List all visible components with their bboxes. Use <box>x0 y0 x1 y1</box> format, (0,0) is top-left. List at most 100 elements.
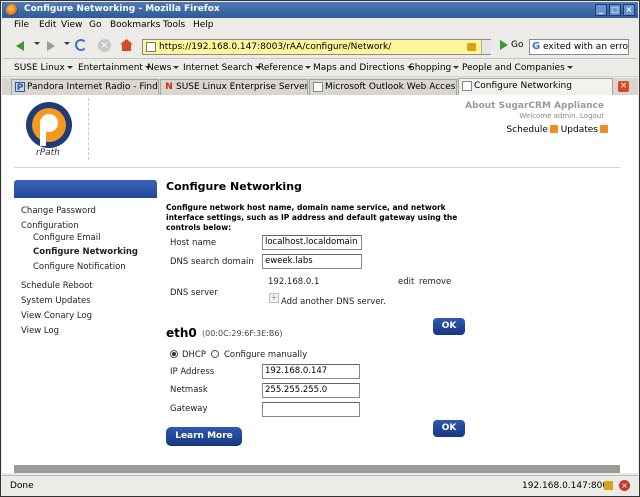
sidebar-item-configure-networking[interactable]: Configure Networking <box>33 247 138 257</box>
site-icon <box>146 42 156 52</box>
sidebar-item-change-password[interactable]: Change Password <box>21 206 96 216</box>
url-bar[interactable]: https://192.168.0.147:8003/rAA/configure… <box>142 39 491 55</box>
ip-address-label: IP Address <box>170 367 215 377</box>
sidebar-item-configure-email[interactable]: Configure Email <box>33 233 100 243</box>
stop-button[interactable]: × <box>98 39 112 53</box>
bookmark-folder[interactable]: SUSE Linux <box>14 63 73 73</box>
tab-bar: P Pandora Internet Radio - Find N... N S… <box>2 78 638 95</box>
add-dns-link[interactable]: Add another DNS server. <box>281 297 386 307</box>
close-tab-button[interactable]: × <box>618 81 629 92</box>
ip-address-input[interactable]: 192.168.0.147 <box>262 364 360 379</box>
configure-manually-label: Configure manually <box>224 350 308 360</box>
dns-ok-button[interactable]: OK <box>433 318 465 335</box>
status-text: Done <box>10 481 34 491</box>
page-icon <box>462 81 472 91</box>
forward-history-dropdown[interactable] <box>64 42 70 45</box>
bookmark-folder[interactable]: Shopping <box>409 63 460 73</box>
menu-file[interactable]: File <box>14 20 29 30</box>
rss-icon[interactable] <box>549 125 558 133</box>
netmask-input[interactable]: 255.255.255.0 <box>262 383 360 398</box>
reload-button[interactable] <box>75 39 89 53</box>
sidebar-item-configuration[interactable]: Configuration <box>21 221 79 231</box>
sidebar-item-system-updates[interactable]: System Updates <box>21 296 91 306</box>
google-icon: G <box>532 41 541 52</box>
bookmark-folder[interactable]: Entertainment <box>78 63 151 73</box>
browser-window: Configure Networking - Mozilla Firefox _… <box>0 0 640 497</box>
sidebar-item-view-conary-log[interactable]: View Conary Log <box>21 311 92 321</box>
menu-tools[interactable]: Tools <box>163 20 185 30</box>
forward-button[interactable] <box>44 39 58 53</box>
dns-remove-link[interactable]: remove <box>419 277 451 287</box>
header-links: Schedule Updates <box>506 125 608 135</box>
close-button[interactable]: × <box>623 4 635 16</box>
search-input[interactable]: G exited with an error <box>529 39 629 55</box>
novell-icon: N <box>165 82 173 92</box>
sidebar-item-configure-notification[interactable]: Configure Notification <box>33 262 126 272</box>
schedule-link[interactable]: Schedule <box>506 125 547 135</box>
home-icon <box>120 39 133 51</box>
secure-lock-icon[interactable] <box>604 481 613 490</box>
bookmark-folder[interactable]: People and Companies <box>462 63 573 73</box>
tab-pandora[interactable]: P Pandora Internet Radio - Find N... <box>11 79 159 95</box>
back-arrow-icon <box>16 41 24 51</box>
url-history-dropdown[interactable] <box>481 40 491 54</box>
dhcp-radio[interactable] <box>170 350 178 358</box>
menu-view[interactable]: View <box>61 20 82 30</box>
stop-icon: × <box>98 39 111 52</box>
gateway-input[interactable] <box>262 402 360 417</box>
tab-suse[interactable]: N SUSE Linux Enterprise Server 1... <box>160 79 308 95</box>
bookmarks-toolbar: SUSE Linux Entertainment News Internet S… <box>2 60 638 77</box>
bookmark-folder[interactable]: Internet Search <box>183 63 261 73</box>
configure-manually-radio[interactable] <box>211 350 219 358</box>
learn-more-button[interactable]: Learn More <box>166 427 242 446</box>
add-icon[interactable]: + <box>269 293 279 303</box>
dns-search-input[interactable]: eweek.labs <box>262 254 362 269</box>
page-footer-bar <box>14 465 620 473</box>
interface-ok-button[interactable]: OK <box>433 420 465 437</box>
menu-edit[interactable]: Edit <box>39 20 56 30</box>
dns-search-label: DNS search domain <box>170 257 254 267</box>
forward-arrow-icon <box>47 41 55 51</box>
menu-go[interactable]: Go <box>89 20 101 30</box>
dropdown-arrow-icon <box>305 66 312 69</box>
home-button[interactable] <box>120 39 134 53</box>
bookmark-folder[interactable]: Maps and Directions <box>313 63 413 73</box>
maximize-button[interactable]: □ <box>609 4 621 16</box>
search-text: exited with an error <box>543 42 629 52</box>
updates-link[interactable]: Updates <box>561 125 598 135</box>
go-button[interactable]: Go <box>497 40 523 51</box>
padlock-icon[interactable] <box>467 43 476 51</box>
error-icon[interactable]: × <box>619 480 630 491</box>
interface-name: eth0 <box>166 326 197 340</box>
netmask-label: Netmask <box>170 385 208 395</box>
interface-mac: (00:0C:29:6F:3E:B6) <box>202 329 283 338</box>
tab-configure-networking[interactable]: Configure Networking <box>458 78 613 95</box>
page-icon <box>313 82 323 92</box>
page-content: rPath About SugarCRM Appliance Welcome a… <box>2 95 638 473</box>
pandora-icon: P <box>15 82 25 93</box>
go-label: Go <box>511 40 524 50</box>
rpath-logo[interactable]: rPath <box>24 100 74 160</box>
menu-bar: File Edit View Go Bookmarks Tools Help <box>2 18 638 33</box>
back-history-dropdown[interactable] <box>34 42 40 45</box>
dhcp-label: DHCP <box>182 350 206 360</box>
bookmark-folder[interactable]: Reference <box>258 63 312 73</box>
menu-bookmarks[interactable]: Bookmarks <box>110 20 160 30</box>
page-title: Configure Networking <box>166 180 302 193</box>
tab-outlook[interactable]: Microsoft Outlook Web Access <box>309 79 457 95</box>
gateway-label: Gateway <box>170 404 208 414</box>
bookmark-folder[interactable]: News <box>147 63 180 73</box>
menu-help[interactable]: Help <box>193 20 214 30</box>
about-link[interactable]: About SugarCRM Appliance <box>465 101 604 111</box>
window-title: Configure Networking - Mozilla Firefox <box>24 4 220 14</box>
navigation-toolbar: × https://192.168.0.147:8003/rAA/configu… <box>2 33 638 59</box>
rss-icon[interactable] <box>600 125 608 133</box>
back-button[interactable] <box>14 39 28 53</box>
welcome-text[interactable]: Welcome admin. Logout <box>519 112 604 120</box>
status-host: 192.168.0.147:8003 <box>522 481 614 491</box>
host-name-input[interactable]: localhost.localdomain <box>262 235 362 250</box>
minimize-button[interactable]: _ <box>595 4 607 16</box>
dns-edit-link[interactable]: edit <box>398 277 414 287</box>
sidebar-item-schedule-reboot[interactable]: Schedule Reboot <box>21 281 93 291</box>
sidebar-item-view-log[interactable]: View Log <box>21 326 59 336</box>
